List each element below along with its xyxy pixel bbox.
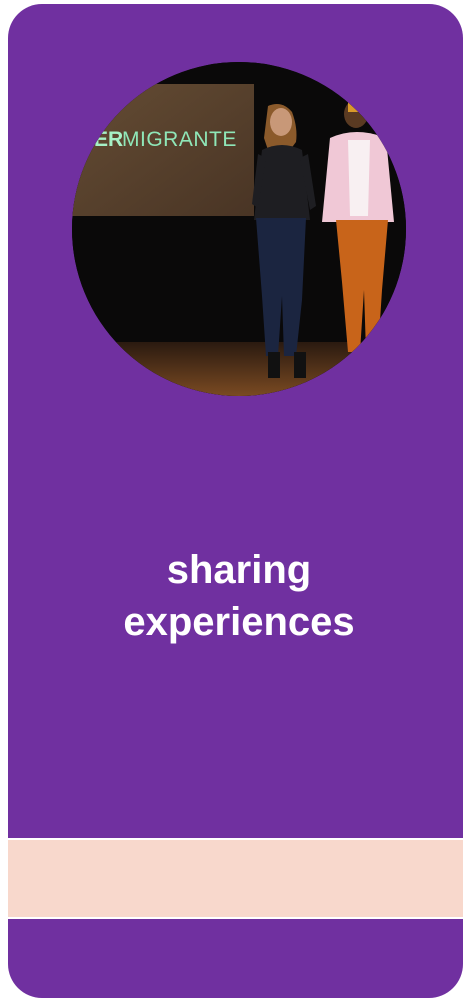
caption-line-1: sharing (166, 548, 312, 592)
info-card: ER MIGRANTE sharing experiences (8, 4, 463, 998)
event-photo: ER MIGRANTE (72, 62, 406, 396)
stage-floor (72, 342, 406, 396)
stage-photo-image: ER MIGRANTE (72, 62, 406, 396)
caption: sharing experiences (8, 544, 463, 648)
caption-line-2: experiences (123, 600, 355, 644)
screen-text: MIGRANTE (122, 128, 237, 151)
accent-band (8, 838, 463, 919)
screen-text-bold: ER (94, 128, 123, 151)
